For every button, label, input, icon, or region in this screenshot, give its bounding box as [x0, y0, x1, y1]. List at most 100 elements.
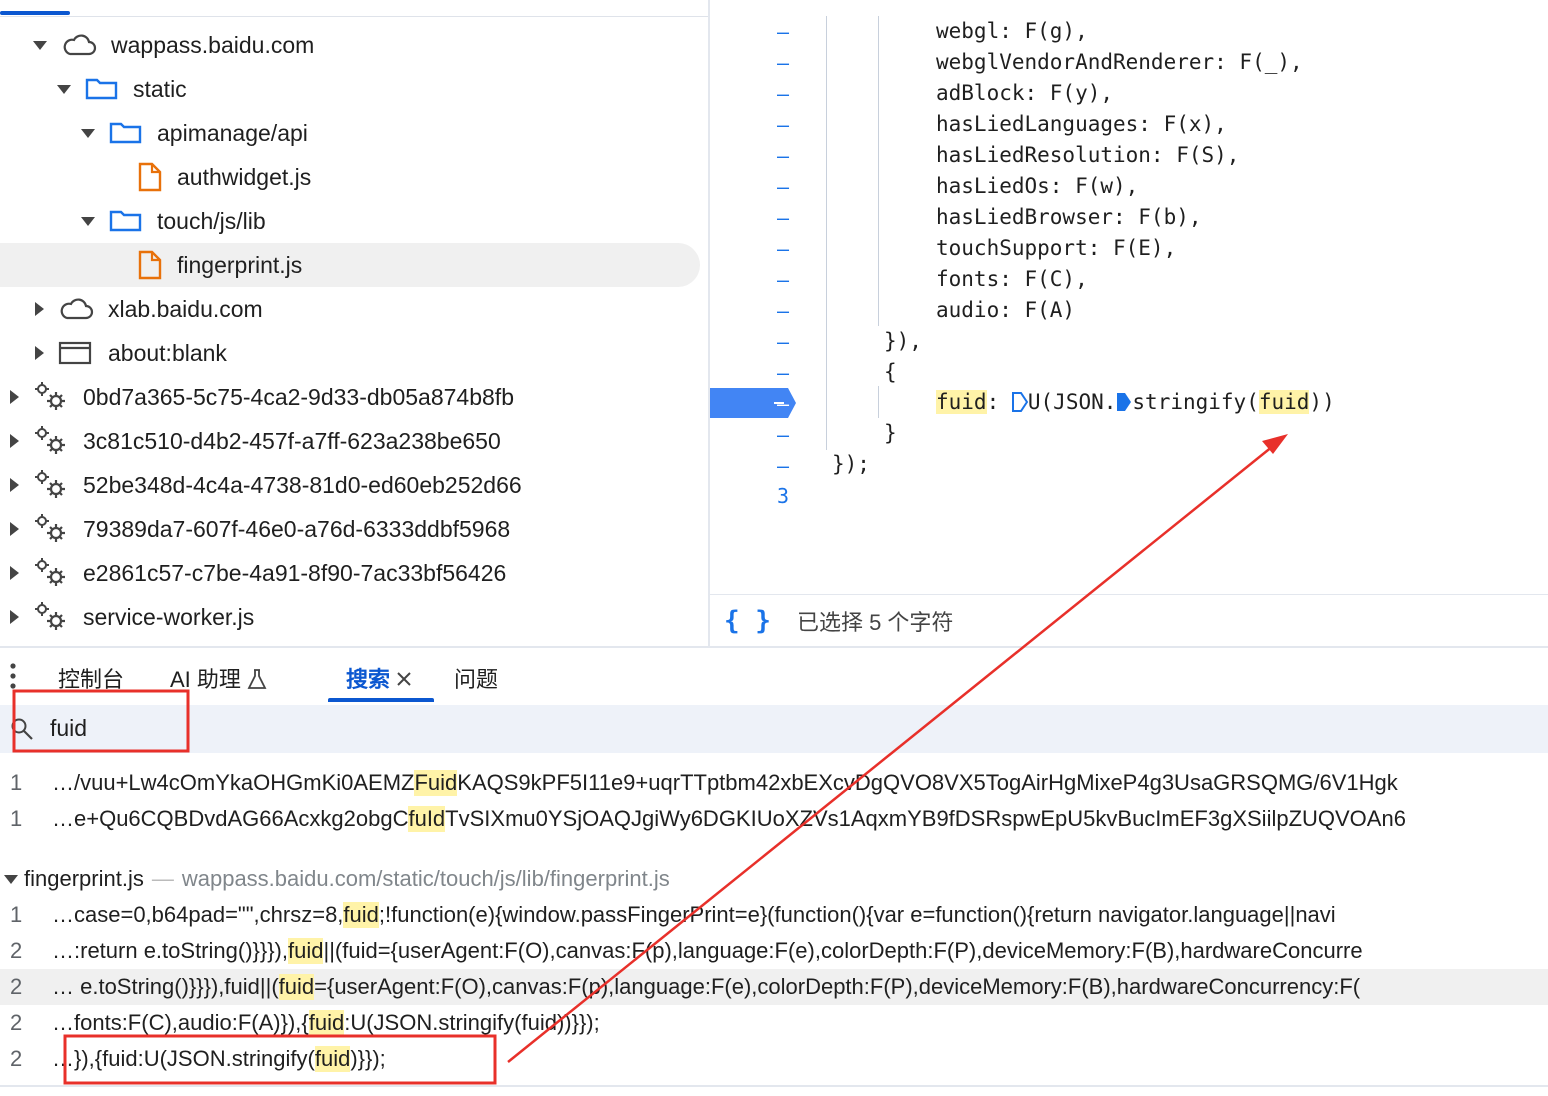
result-text: …fonts:F(C),audio:F(A)}),{ — [52, 1010, 309, 1035]
expand-arrow-icon[interactable] — [33, 40, 47, 50]
gutter-marker[interactable]: – — [774, 268, 792, 292]
tree-item-label: 0bd7a365-5c75-4ca2-9d33-db05a874b8fb — [83, 383, 514, 410]
result-match: fuid — [288, 938, 324, 964]
result-file-header[interactable]: fingerprint.js — wappass.baidu.com/stati… — [0, 861, 1548, 897]
tree-item-service-worker[interactable]: service-worker.js — [0, 595, 710, 639]
close-icon[interactable] — [396, 671, 412, 687]
expand-arrow-icon[interactable] — [10, 390, 19, 404]
tree-item-worker-52be[interactable]: 52be348d-4c4a-4738-81d0-ed60eb252d66 — [0, 463, 710, 507]
gutter-marker[interactable]: – — [774, 392, 792, 416]
result-text: …:return e.toString()}}}), — [52, 938, 288, 963]
gutter-marker[interactable]: – — [774, 423, 792, 447]
inline-breakpoint-icon[interactable] — [1011, 392, 1029, 412]
tree-item-label: xlab.baidu.com — [108, 295, 263, 322]
code-editor[interactable]: – – – – – – – – – – – – – – – 3 webgl: F… — [710, 16, 1548, 594]
gutter-marker[interactable]: – — [774, 82, 792, 106]
tree-item-touch-js-lib[interactable]: touch/js/lib — [0, 199, 781, 243]
folder-icon — [109, 122, 142, 144]
result-row[interactable]: 1 …/vuu+Lw4cOmYkaOHGmKi0AEMZ Fuid KAQS9kPF… — [0, 765, 1548, 801]
tree-item-about-blank[interactable]: about:blank — [0, 331, 735, 375]
result-row[interactable]: 1 …case=0,b64pad="",chrsz=8, fuid ;!functi… — [0, 897, 1548, 933]
gutter-marker[interactable]: – — [774, 206, 792, 230]
gutter-marker[interactable]: – — [774, 454, 792, 478]
expand-arrow-icon[interactable] — [81, 128, 95, 138]
tree-item-xlab[interactable]: xlab.baidu.com — [0, 287, 735, 331]
result-match: fuId — [408, 806, 446, 832]
highlighted-token: fuid — [1258, 390, 1310, 414]
code-line: } — [884, 421, 897, 445]
result-row[interactable]: 2 …fonts:F(C),audio:F(A)}),{fuid:U(JSON.… — [0, 1005, 1548, 1041]
gutter-marker[interactable]: – — [774, 237, 792, 261]
expand-arrow-icon[interactable] — [35, 302, 44, 316]
code-line: webgl: F(g), — [936, 19, 1088, 43]
result-text: ;!function(e){window.passFingerPrint=e}(… — [378, 902, 1336, 927]
result-text: TvSIXmu0YSjOAQJgiWy6DGKIUoXZVs1AqxmYB9fD… — [445, 806, 1406, 831]
expand-arrow-icon[interactable] — [10, 566, 19, 580]
file-icon — [138, 250, 162, 280]
tree-item-static[interactable]: static — [0, 67, 757, 111]
tab-issues[interactable]: 问题 — [454, 662, 498, 694]
gutter-marker[interactable]: – — [774, 113, 792, 137]
code-line: hasLiedLanguages: F(x), — [936, 112, 1227, 136]
inline-breakpoint-icon[interactable] — [1116, 392, 1132, 412]
gear-icon — [35, 470, 65, 498]
gutter-line-number[interactable]: 3 — [774, 484, 792, 508]
result-row[interactable]: 2 …:return e.toString()}}}), fuid ||(fuid=… — [0, 933, 1548, 969]
tree-item-label: 52be348d-4c4a-4738-81d0-ed60eb252d66 — [83, 471, 522, 498]
tree-item-label: apimanage/api — [157, 119, 308, 146]
expand-arrow-icon[interactable] — [81, 216, 95, 226]
tree-item-fingerprint[interactable]: fingerprint.js — [0, 243, 700, 287]
gutter-marker[interactable]: – — [774, 20, 792, 44]
code-line: fonts: F(C), — [936, 267, 1088, 291]
results-bottom-border — [0, 1085, 1548, 1087]
result-match: fuid — [308, 1010, 345, 1036]
braces-icon[interactable]: { } — [724, 606, 771, 636]
code-line: audio: F(A) — [936, 298, 1076, 322]
top-tab-strip — [0, 0, 1548, 17]
editor-status-bar: { } 已选择 5 个字符 — [710, 594, 1548, 647]
expand-arrow-icon[interactable] — [10, 434, 19, 448]
tree-item-label: 3c81c510-d4b2-457f-a7ff-623a238be650 — [83, 427, 501, 454]
search-input[interactable]: fuid — [50, 715, 87, 742]
tree-item-worker-e286[interactable]: e2861c57-c7be-4a91-8f90-7ac33bf56426 — [0, 551, 710, 595]
tree-item-worker-7938[interactable]: 79389da7-607f-46e0-a76d-6333ddbf5968 — [0, 507, 710, 551]
gutter-marker[interactable]: – — [774, 299, 792, 323]
result-line-number: 1 — [10, 770, 23, 795]
gutter-marker[interactable]: – — [774, 144, 792, 168]
expand-arrow-icon[interactable] — [10, 522, 19, 536]
search-results: 1 …/vuu+Lw4cOmYkaOHGmKi0AEMZ Fuid KAQS9kPF… — [0, 754, 1548, 1096]
result-line-number: 2 — [10, 1046, 23, 1071]
tree-item-worker-0bd7[interactable]: 0bd7a365-5c75-4ca2-9d33-db05a874b8fb — [0, 375, 710, 419]
code-token: stringify( — [1132, 390, 1259, 414]
gutter-marker[interactable]: – — [774, 361, 792, 385]
result-text: ={userAgent:F(O),canvas:F(p),language:F(… — [314, 974, 1361, 999]
more-vert-icon[interactable] — [8, 662, 18, 690]
tab-label: 搜索 — [346, 667, 391, 692]
tree-item-wappass[interactable]: wappass.baidu.com — [0, 23, 733, 67]
expand-arrow-icon[interactable] — [35, 346, 44, 360]
tab-search[interactable]: 搜索 — [346, 662, 412, 694]
result-row[interactable]: 2 … e.toString()}}}),fuid||(fuid ={userAg… — [0, 969, 1548, 1005]
result-text: )}}); — [350, 1046, 386, 1071]
expand-arrow-icon[interactable] — [57, 84, 71, 94]
code-line: }), — [884, 329, 922, 353]
gutter-marker[interactable]: – — [774, 51, 792, 75]
result-row[interactable]: 2 …}),{fuid:U(JSON.stringify(fuid)}}); — [0, 1041, 1548, 1077]
gutter-marker[interactable]: – — [774, 330, 792, 354]
result-line-number: 2 — [10, 938, 23, 963]
gutter-marker[interactable]: – — [774, 175, 792, 199]
tab-console[interactable]: 控制台 — [58, 662, 124, 694]
tab-label: AI 助理 — [170, 667, 241, 692]
tree-item-apimanage[interactable]: apimanage/api — [0, 111, 781, 155]
tree-item-label: touch/js/lib — [157, 207, 266, 234]
code-token: )) — [1309, 390, 1335, 414]
expand-arrow-icon[interactable] — [10, 478, 19, 492]
tree-item-label: wappass.baidu.com — [111, 31, 315, 58]
result-row[interactable]: 1 …e+Qu6CQBDvdAG66Acxkg2obgC fuId TvSIXmu0… — [0, 801, 1548, 837]
tree-item-worker-3c81[interactable]: 3c81c510-d4b2-457f-a7ff-623a238be650 — [0, 419, 710, 463]
gear-icon — [35, 514, 65, 542]
collapse-arrow-icon[interactable] — [4, 874, 18, 884]
tab-ai-assistant[interactable]: AI 助理 — [170, 662, 267, 694]
tree-item-label: static — [133, 75, 187, 102]
expand-arrow-icon[interactable] — [10, 610, 19, 624]
